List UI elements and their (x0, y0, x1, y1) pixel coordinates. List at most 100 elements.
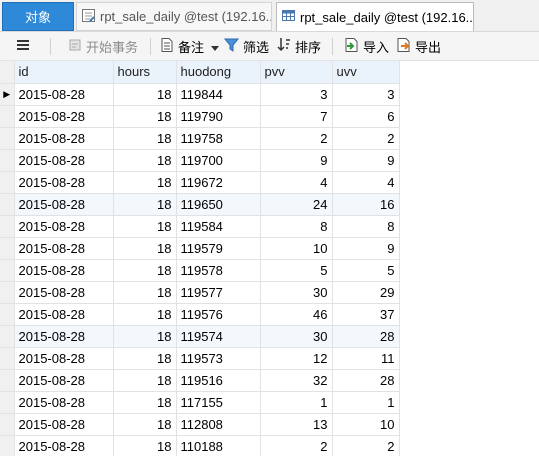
cell-uvv[interactable]: 29 (332, 281, 400, 304)
cell-id[interactable]: 2015-08-28 (14, 127, 114, 150)
cell-huodong[interactable]: 119574 (176, 325, 261, 348)
row-indicator[interactable] (0, 281, 15, 304)
cell-id[interactable]: 2015-08-28 (14, 281, 114, 304)
cell-huodong[interactable]: 119573 (176, 347, 261, 370)
cell-huodong[interactable]: 119758 (176, 127, 261, 150)
table-row[interactable]: 2015-08-28 18 119650 24 16 (0, 193, 400, 216)
cell-pvv[interactable]: 2 (260, 127, 333, 150)
cell-uvv[interactable]: 10 (332, 413, 400, 436)
row-indicator[interactable]: ▶ (0, 83, 15, 106)
cell-pvv[interactable]: 12 (260, 347, 333, 370)
chevron-down-icon[interactable] (211, 39, 223, 54)
cell-hours[interactable]: 18 (113, 347, 177, 370)
tab-objects[interactable]: 对象 (2, 2, 74, 31)
cell-id[interactable]: 2015-08-28 (14, 259, 114, 282)
cell-pvv[interactable]: 7 (260, 105, 333, 128)
cell-huodong[interactable]: 119577 (176, 281, 261, 304)
cell-id[interactable]: 2015-08-28 (14, 237, 114, 260)
row-indicator[interactable] (0, 193, 15, 216)
row-indicator[interactable] (0, 127, 15, 150)
cell-uvv[interactable]: 37 (332, 303, 400, 326)
cell-hours[interactable]: 18 (113, 83, 177, 106)
cell-huodong[interactable]: 110188 (176, 435, 261, 456)
cell-huodong[interactable]: 119790 (176, 105, 261, 128)
table-row[interactable]: 2015-08-28 18 119758 2 2 (0, 127, 400, 150)
cell-id[interactable]: 2015-08-28 (14, 347, 114, 370)
cell-id[interactable]: 2015-08-28 (14, 193, 114, 216)
tab-table[interactable]: rpt_sale_daily @test (192.16... (276, 2, 474, 31)
row-indicator[interactable] (0, 259, 15, 282)
begin-transaction-button[interactable]: 开始事务 (68, 32, 138, 60)
cell-hours[interactable]: 18 (113, 149, 177, 172)
cell-hours[interactable]: 18 (113, 193, 177, 216)
row-indicator[interactable] (0, 435, 15, 456)
cell-id[interactable]: 2015-08-28 (14, 83, 114, 106)
cell-hours[interactable]: 18 (113, 171, 177, 194)
cell-huodong[interactable]: 119578 (176, 259, 261, 282)
cell-huodong[interactable]: 119672 (176, 171, 261, 194)
cell-pvv[interactable]: 2 (260, 435, 333, 456)
row-indicator[interactable] (0, 215, 15, 238)
cell-hours[interactable]: 18 (113, 259, 177, 282)
cell-uvv[interactable]: 28 (332, 369, 400, 392)
export-button[interactable]: 导出 (396, 32, 441, 60)
cell-id[interactable]: 2015-08-28 (14, 413, 114, 436)
table-row[interactable]: 2015-08-28 18 119578 5 5 (0, 259, 400, 282)
table-row[interactable]: 2015-08-28 18 119573 12 11 (0, 347, 400, 370)
cell-hours[interactable]: 18 (113, 281, 177, 304)
column-header-pvv[interactable]: pvv (260, 61, 333, 84)
column-header-huodong[interactable]: huodong (176, 61, 261, 84)
row-indicator[interactable] (0, 369, 15, 392)
row-indicator[interactable] (0, 303, 15, 326)
menu-button[interactable] (15, 32, 35, 60)
cell-hours[interactable]: 18 (113, 391, 177, 414)
table-row[interactable]: 2015-08-28 18 117155 1 1 (0, 391, 400, 414)
cell-uvv[interactable]: 2 (332, 435, 400, 456)
cell-uvv[interactable]: 2 (332, 127, 400, 150)
column-header-id[interactable]: id (14, 61, 114, 84)
cell-hours[interactable]: 18 (113, 105, 177, 128)
cell-uvv[interactable]: 16 (332, 193, 400, 216)
cell-huodong[interactable]: 119584 (176, 215, 261, 238)
cell-uvv[interactable]: 4 (332, 171, 400, 194)
row-indicator[interactable] (0, 105, 15, 128)
cell-uvv[interactable]: 9 (332, 237, 400, 260)
cell-pvv[interactable]: 30 (260, 325, 333, 348)
cell-pvv[interactable]: 10 (260, 237, 333, 260)
row-indicator[interactable] (0, 149, 15, 172)
cell-huodong[interactable]: 117155 (176, 391, 261, 414)
column-header-hours[interactable]: hours (113, 61, 177, 84)
cell-id[interactable]: 2015-08-28 (14, 171, 114, 194)
column-header-uvv[interactable]: uvv (332, 61, 400, 84)
table-row[interactable]: 2015-08-28 18 119790 7 6 (0, 105, 400, 128)
row-indicator[interactable] (0, 171, 15, 194)
cell-uvv[interactable]: 11 (332, 347, 400, 370)
cell-pvv[interactable]: 1 (260, 391, 333, 414)
memo-button[interactable]: 备注 (160, 32, 223, 60)
cell-uvv[interactable]: 28 (332, 325, 400, 348)
table-row[interactable]: ▶ 2015-08-28 18 119844 3 3 (0, 83, 400, 106)
cell-pvv[interactable]: 32 (260, 369, 333, 392)
cell-hours[interactable]: 18 (113, 435, 177, 456)
table-row[interactable]: 2015-08-28 18 119577 30 29 (0, 281, 400, 304)
cell-pvv[interactable]: 13 (260, 413, 333, 436)
cell-uvv[interactable]: 9 (332, 149, 400, 172)
row-indicator[interactable] (0, 237, 15, 260)
cell-pvv[interactable]: 8 (260, 215, 333, 238)
cell-hours[interactable]: 18 (113, 303, 177, 326)
row-indicator[interactable] (0, 347, 15, 370)
cell-pvv[interactable]: 30 (260, 281, 333, 304)
table-row[interactable]: 2015-08-28 18 119516 32 28 (0, 369, 400, 392)
cell-id[interactable]: 2015-08-28 (14, 215, 114, 238)
cell-hours[interactable]: 18 (113, 237, 177, 260)
import-button[interactable]: 导入 (344, 32, 389, 60)
cell-hours[interactable]: 18 (113, 369, 177, 392)
table-row[interactable]: 2015-08-28 18 119579 10 9 (0, 237, 400, 260)
sort-button[interactable]: 排序 (277, 32, 321, 60)
cell-hours[interactable]: 18 (113, 215, 177, 238)
table-row[interactable]: 2015-08-28 18 119672 4 4 (0, 171, 400, 194)
cell-pvv[interactable]: 3 (260, 83, 333, 106)
table-row[interactable]: 2015-08-28 18 119700 9 9 (0, 149, 400, 172)
filter-button[interactable]: 筛选 (223, 32, 269, 60)
cell-pvv[interactable]: 9 (260, 149, 333, 172)
